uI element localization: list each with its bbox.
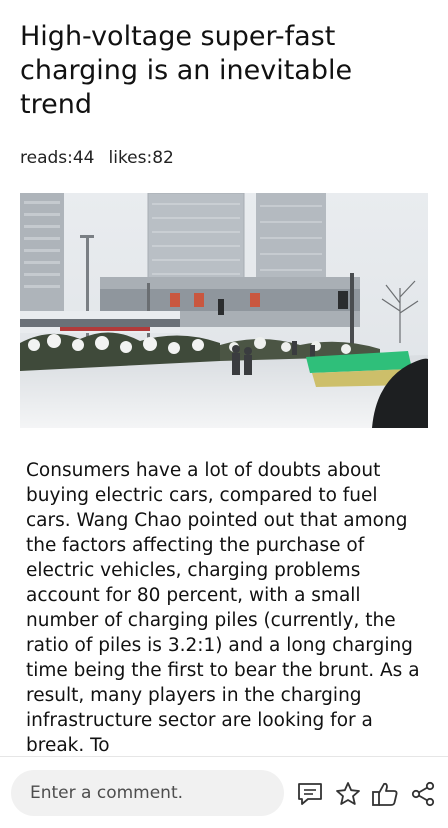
like-button[interactable] xyxy=(370,779,400,809)
share-button[interactable] xyxy=(408,779,438,809)
comment-button[interactable] xyxy=(295,779,325,809)
share-icon xyxy=(411,781,435,807)
comment-input[interactable] xyxy=(11,770,284,816)
article-body: Consumers have a lot of doubts about buy… xyxy=(26,460,420,756)
favorite-button[interactable] xyxy=(333,779,363,809)
article-image xyxy=(20,193,428,428)
article-title: High-voltage super-fast charging is an i… xyxy=(20,21,353,120)
article-stats: reads:44 likes:82 xyxy=(20,147,174,169)
snowy-street-photo xyxy=(20,193,428,428)
comment-icon xyxy=(298,783,322,805)
reads-count: reads:44 xyxy=(20,148,95,168)
likes-count: likes:82 xyxy=(108,148,174,168)
thumbs-up-icon xyxy=(372,782,398,806)
comment-toolbar xyxy=(0,756,448,828)
star-icon xyxy=(336,782,360,805)
article-view: High-voltage super-fast charging is an i… xyxy=(0,0,448,756)
